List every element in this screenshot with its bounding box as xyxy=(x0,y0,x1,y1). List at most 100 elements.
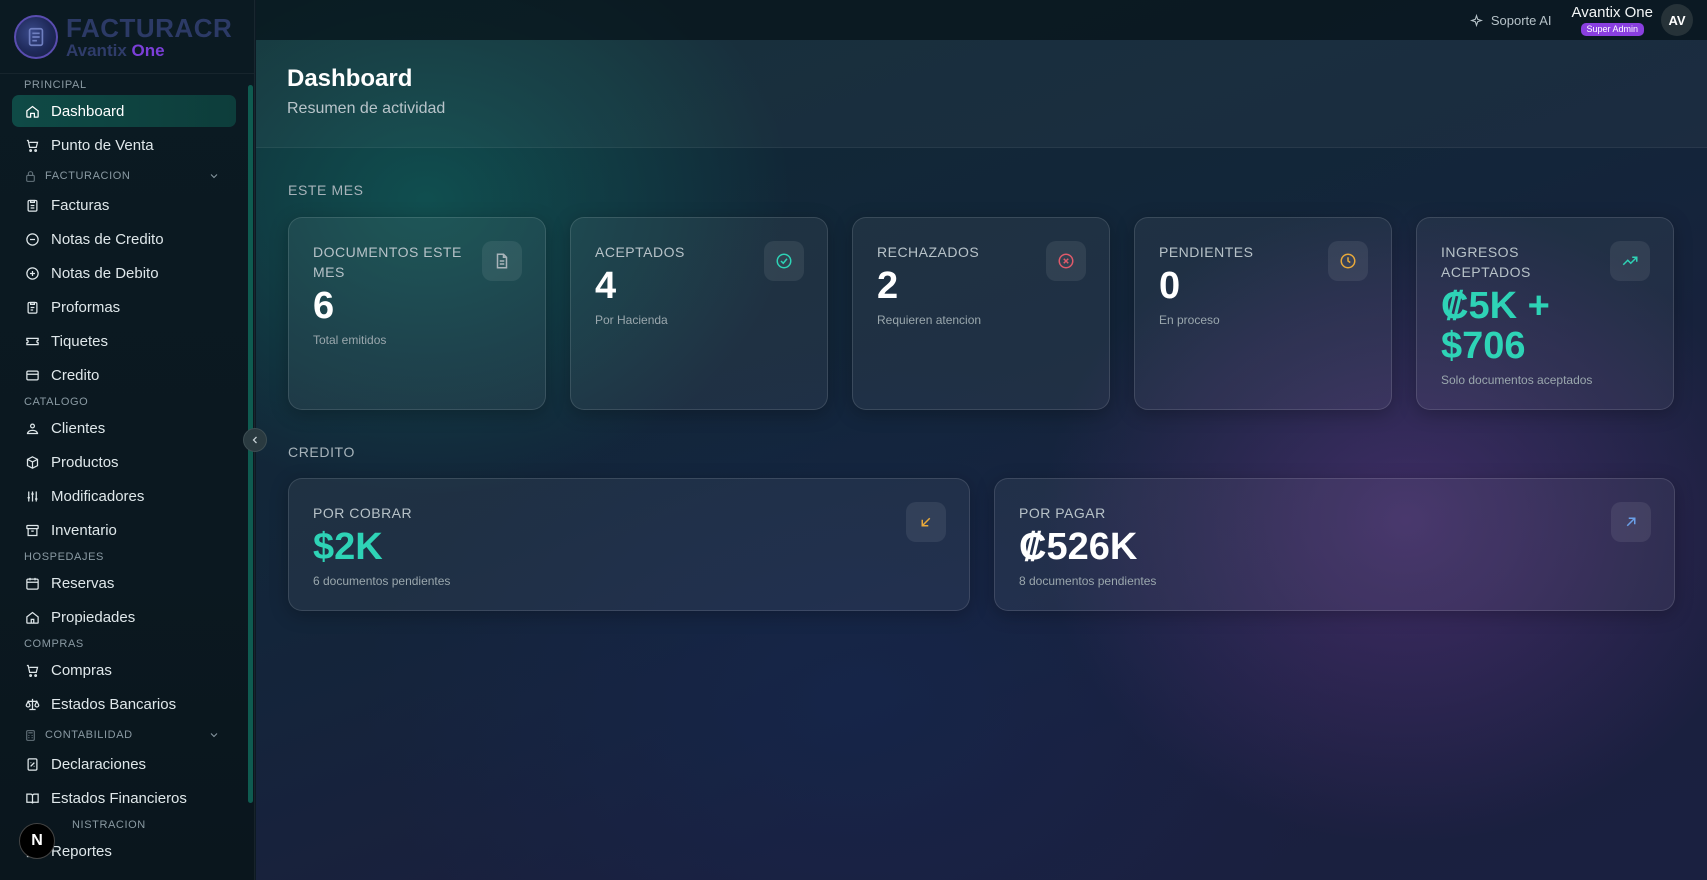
sidebar-item-compras[interactable]: Compras xyxy=(12,654,236,686)
sidebar-item-label: Estados Bancarios xyxy=(51,695,177,713)
chevron-down-icon xyxy=(210,174,218,179)
stat-card-ingresos[interactable]: INGRESOS ACEPTADOS ₡5K + $706 Solo docum… xyxy=(1416,217,1674,410)
section-label-catalogo: CATALOGO xyxy=(24,396,89,408)
brand-logo-icon xyxy=(14,14,58,59)
card-note: 8 documentos pendientes xyxy=(1019,574,1157,588)
sparkle-icon xyxy=(1469,13,1483,27)
page-title: Dashboard xyxy=(287,65,413,92)
clock-icon xyxy=(1340,253,1356,269)
sidebar-item-modificadores[interactable]: Modificadores xyxy=(12,480,236,512)
sidebar-item-tiquetes[interactable]: Tiquetes xyxy=(12,325,236,357)
sidebar-item-clientes[interactable]: Clientes xyxy=(12,412,236,444)
sidebar-item-label: Credito xyxy=(51,366,100,384)
sidebar-item-reservas[interactable]: Reservas xyxy=(12,567,236,599)
sidebar-item-declaraciones[interactable]: Declaraciones xyxy=(12,748,236,780)
box-icon xyxy=(26,455,39,469)
house-icon xyxy=(26,611,39,624)
sidebar-item-credito[interactable]: Credito xyxy=(12,359,236,391)
home-icon xyxy=(26,105,39,118)
framework-badge[interactable]: N xyxy=(19,823,55,859)
card-icon-box xyxy=(1328,241,1368,281)
credit-card-por-cobrar[interactable]: POR COBRAR $2K 6 documentos pendientes xyxy=(288,478,970,611)
sidebar-collapse-button[interactable] xyxy=(243,428,267,452)
card-icon-box xyxy=(1611,502,1651,542)
sidebar-item-label: Inventario xyxy=(51,521,117,539)
card-note: Requieren atencion xyxy=(877,313,982,327)
card-icon-box xyxy=(764,241,804,281)
main-content: Soporte AI Avantix One Super Admin AV Da… xyxy=(256,0,1707,880)
sidebar-item-notas-credito[interactable]: Notas de Credito xyxy=(12,223,236,255)
section-toggle-contabilidad[interactable]: CONTABILIDAD xyxy=(0,723,248,747)
sidebar-item-label: Punto de Venta xyxy=(51,136,154,154)
role-badge: Super Admin xyxy=(1580,22,1645,36)
card-value: $2K xyxy=(313,526,383,568)
brand-sub: Avantix One xyxy=(66,42,232,59)
sidebar-item-facturas[interactable]: Facturas xyxy=(12,189,236,221)
sidebar-nav: PRINCIPAL Dashboard Punto de Venta FACTU… xyxy=(0,76,248,869)
sidebar-item-proformas[interactable]: Proformas xyxy=(12,291,236,323)
sidebar-item-label: Declaraciones xyxy=(51,755,147,773)
cart-icon xyxy=(26,139,39,152)
arrow-down-left-icon xyxy=(921,517,931,527)
sidebar-item-estados-bancarios[interactable]: Estados Bancarios xyxy=(12,688,236,720)
sidebar-item-label: Reservas xyxy=(51,574,115,592)
section-label-compras: COMPRAS xyxy=(24,638,84,650)
card-label: POR COBRAR xyxy=(313,505,413,521)
sidebar-item-estados-financieros[interactable]: Estados Financieros xyxy=(12,782,236,814)
section-toggle-facturacion[interactable]: FACTURACION xyxy=(0,164,248,188)
minus-circle-icon xyxy=(26,232,39,246)
receipt-icon xyxy=(27,757,38,771)
stat-card-aceptados[interactable]: ACEPTADOS 4 Por Hacienda xyxy=(570,217,828,410)
stat-card-documentos[interactable]: DOCUMENTOS ESTE MES 6 Total emitidos xyxy=(288,217,546,410)
sidebar-item-label: Notas de Debito xyxy=(51,264,159,282)
sidebar-item-dashboard[interactable]: Dashboard xyxy=(12,95,236,127)
sidebar-item-label: Proformas xyxy=(51,298,121,316)
card-note: Por Hacienda xyxy=(595,313,668,327)
card-icon-box xyxy=(482,241,522,281)
x-circle-icon xyxy=(1058,253,1074,269)
sidebar-item-inventario[interactable]: Inventario xyxy=(12,514,236,546)
section-label-facturacion: FACTURACION xyxy=(45,170,131,182)
user-menu[interactable]: Avantix One Super Admin xyxy=(1571,3,1653,36)
scale-icon xyxy=(25,698,40,710)
brand-sub-a: Avantix xyxy=(66,40,127,60)
card-value: ₡5K + $706 xyxy=(1441,285,1550,367)
clipboard-icon xyxy=(27,199,38,212)
card-note: Solo documentos aceptados xyxy=(1441,373,1593,387)
sidebar-item-propiedades[interactable]: Propiedades xyxy=(12,601,236,633)
card-label: DOCUMENTOS ESTE MES xyxy=(313,244,462,280)
sidebar-item-label: Facturas xyxy=(51,196,110,214)
sliders-icon xyxy=(27,491,38,501)
sidebar-item-label: Propiedades xyxy=(51,608,136,626)
card-icon-box xyxy=(906,502,946,542)
users-icon xyxy=(26,423,39,434)
stat-card-rechazados[interactable]: RECHAZADOS 2 Requieren atencion xyxy=(852,217,1110,410)
card-value: 6 xyxy=(313,285,335,327)
sidebar-item-punto-venta[interactable]: Punto de Venta xyxy=(12,129,236,161)
support-ai-button[interactable]: Soporte AI xyxy=(1469,12,1552,28)
document-icon xyxy=(496,253,508,269)
brand[interactable]: FACTURACR Avantix One xyxy=(0,0,254,74)
trend-up-icon xyxy=(1622,256,1638,266)
sidebar-item-productos[interactable]: Productos xyxy=(12,446,236,478)
sidebar-item-label: Productos xyxy=(51,453,119,471)
card-label: ACEPTADOS xyxy=(595,244,685,260)
sidebar-item-notas-debito[interactable]: Notas de Debito xyxy=(12,257,236,289)
stat-card-pendientes[interactable]: PENDIENTES 0 En proceso xyxy=(1134,217,1392,410)
brand-name: FACTURACR xyxy=(66,12,233,43)
sidebar-item-label: Compras xyxy=(51,661,112,679)
cart-icon xyxy=(26,664,39,677)
user-name: Avantix One xyxy=(1571,3,1653,21)
chevron-down-icon xyxy=(210,733,218,738)
brand-sub-b: One xyxy=(131,40,165,60)
avatar[interactable]: AV xyxy=(1661,4,1693,36)
card-label: PENDIENTES xyxy=(1159,244,1254,260)
archive-icon xyxy=(26,524,39,536)
card-icon-box xyxy=(1046,241,1086,281)
arrow-up-right-icon xyxy=(1626,517,1636,527)
sidebar-item-label: Reportes xyxy=(51,842,112,860)
section-label-principal: PRINCIPAL xyxy=(24,79,87,91)
support-label: Soporte AI xyxy=(1490,12,1552,28)
sidebar-item-label: Modificadores xyxy=(51,487,145,505)
credit-card-por-pagar[interactable]: POR PAGAR ₡526K 8 documentos pendientes xyxy=(994,478,1675,611)
